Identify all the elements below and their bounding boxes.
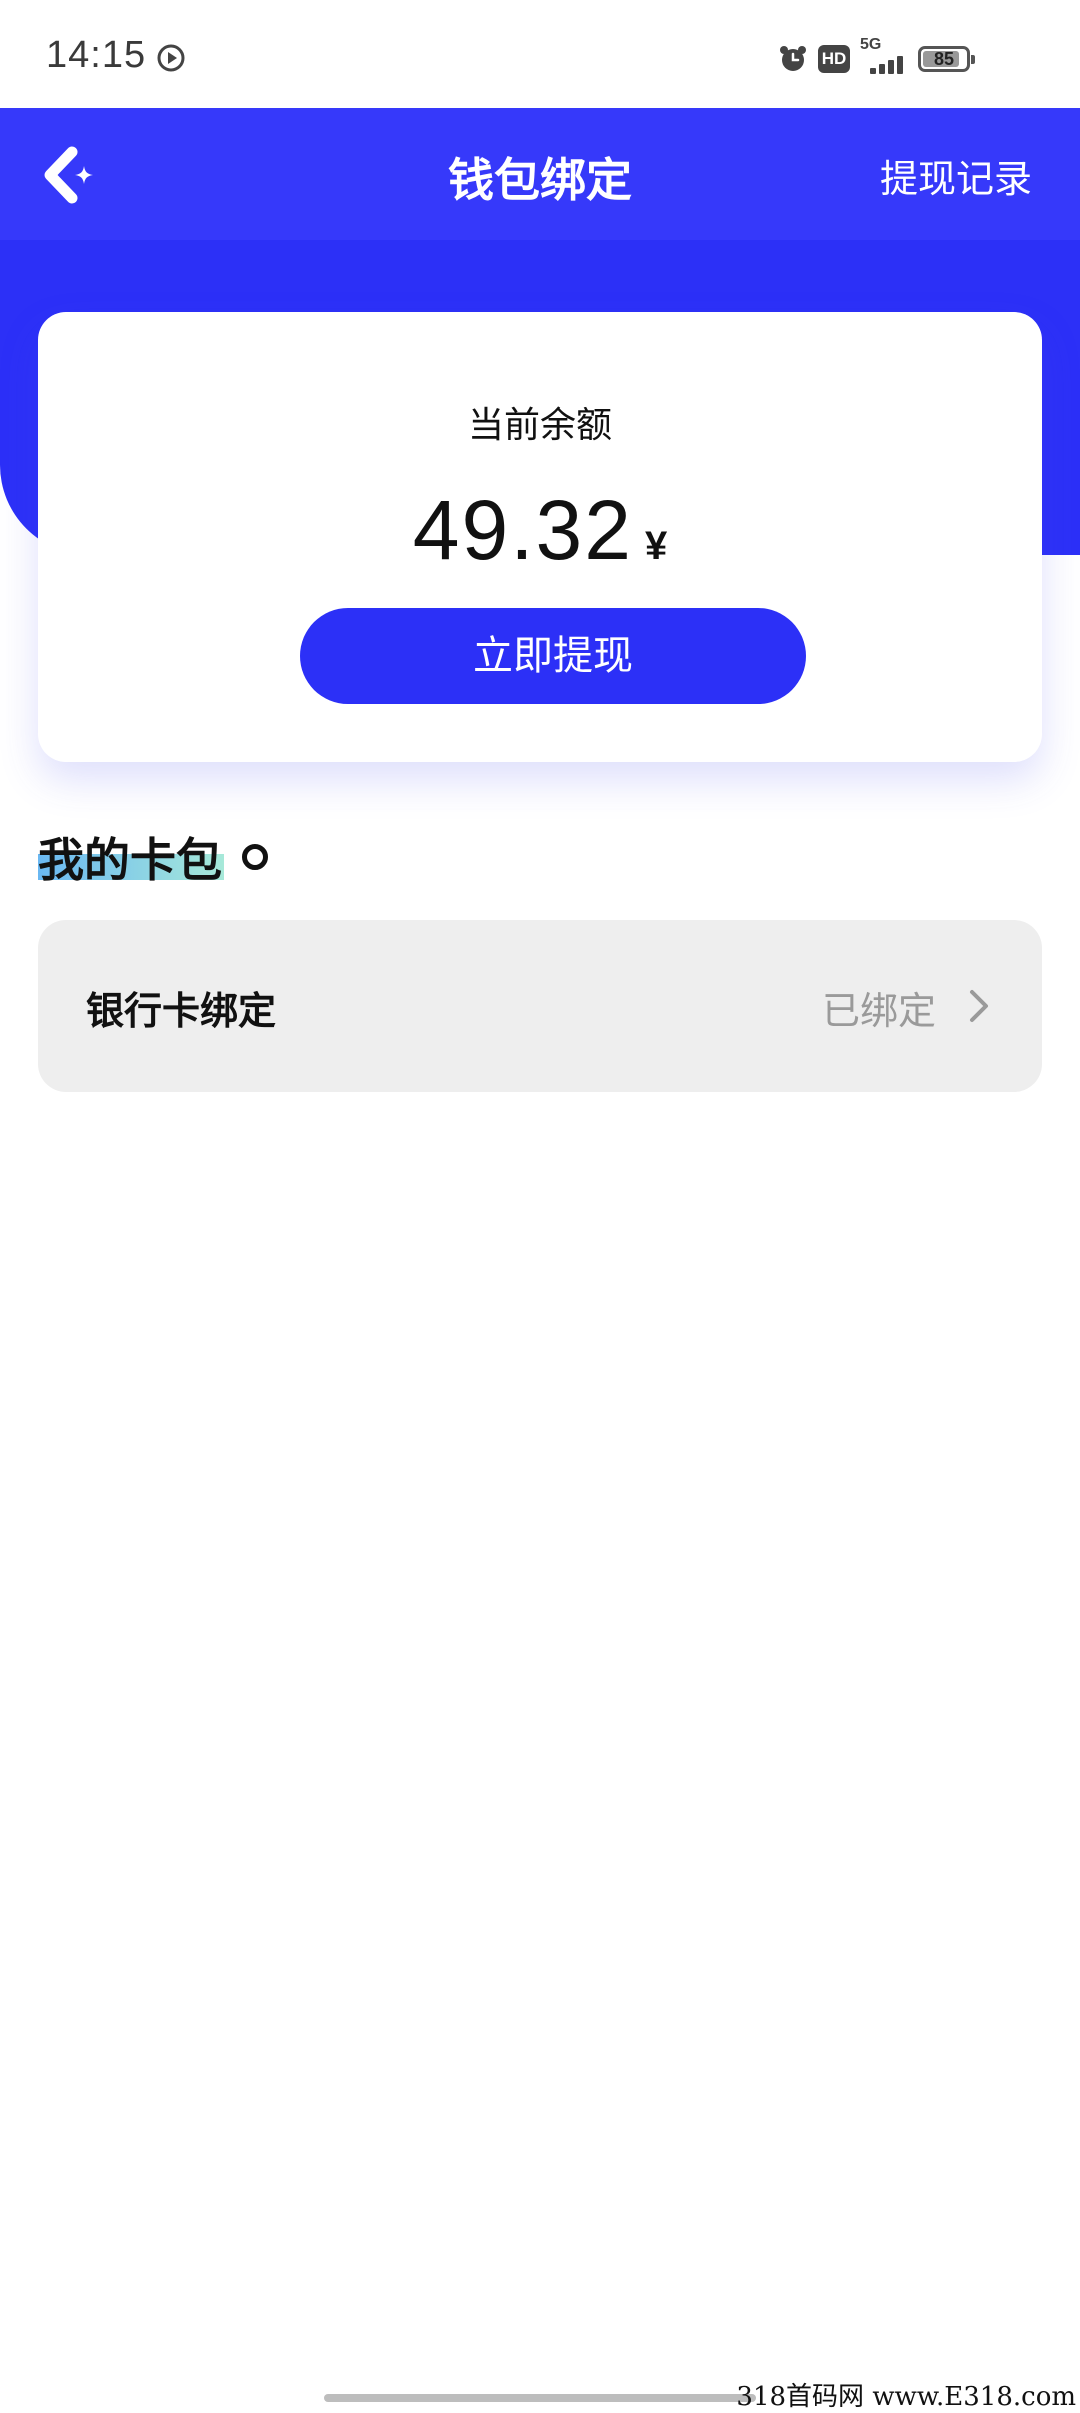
network-type: 5G: [860, 36, 882, 53]
balance-value: 49.32 ¥: [38, 482, 1042, 579]
hd-icon: HD: [818, 45, 850, 73]
signal-icon: 5G: [860, 36, 908, 76]
bank-card-label: 银行卡绑定: [86, 989, 277, 1033]
dot-icon: [242, 844, 268, 870]
home-indicator[interactable]: [324, 2394, 756, 2402]
balance-card: 当前余额 49.32 ¥ 立即提现: [38, 312, 1042, 762]
currency-symbol: ¥: [644, 524, 668, 568]
withdraw-now-button[interactable]: 立即提现: [300, 608, 806, 704]
chevron-right-icon: [970, 990, 988, 1022]
battery-icon: 85: [918, 46, 975, 72]
watermark: 318首码网 www.E318.com: [736, 2382, 1076, 2412]
section-header: 我的卡包: [38, 824, 268, 887]
play-icon: [157, 44, 185, 72]
status-icons: HD 5G 85: [778, 36, 975, 76]
bank-card-binding-row[interactable]: 银行卡绑定 已绑定: [38, 920, 1042, 1092]
alarm-icon: [780, 46, 806, 71]
top-nav-bar: 钱包绑定 提现记录: [0, 108, 1080, 240]
section-title: 我的卡包: [38, 833, 222, 887]
binding-status: 已绑定: [821, 989, 936, 1033]
battery-level: 85: [933, 48, 955, 69]
status-time: 14:15: [46, 34, 147, 76]
withdraw-history-link[interactable]: 提现记录: [880, 148, 1032, 203]
balance-amount: 49.32: [412, 483, 633, 577]
balance-label: 当前余额: [467, 405, 612, 446]
status-bar: 14:15 HD 5G 85: [0, 0, 1080, 108]
